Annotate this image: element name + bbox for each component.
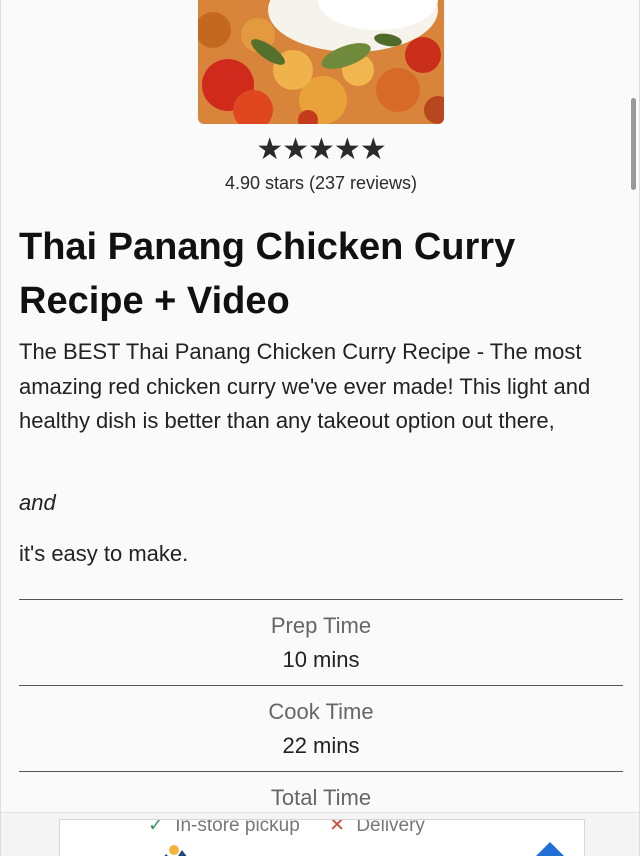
cook-time-label: Cook Time xyxy=(268,699,374,724)
recipe-description-em: and xyxy=(19,490,56,515)
recipe-title: Thai Panang Chicken Curry Recipe + Video xyxy=(19,226,516,322)
prep-time-value: 10 mins xyxy=(282,647,360,672)
store-logo-icon xyxy=(152,840,198,856)
recipe-page: ★★★★★ 4.90 stars (237 reviews) Thai Pana… xyxy=(0,0,640,856)
recipe-description: The BEST Thai Panang Chicken Curry Recip… xyxy=(19,339,591,433)
recipe-hero-image[interactable] xyxy=(198,0,444,124)
cook-time-value: 22 mins xyxy=(282,733,360,758)
ad-card[interactable]: ✓ In-store pickup ✕ Delivery xyxy=(59,819,585,856)
rating-summary: 4.90 stars (237 reviews) xyxy=(224,173,418,193)
curry-photo xyxy=(198,0,444,124)
star-rating[interactable]: ★★★★★ xyxy=(1,133,639,166)
prep-time-label: Prep Time xyxy=(270,613,372,638)
navigation-arrow-icon xyxy=(530,840,570,856)
prep-time-row: Prep Time 10 mins xyxy=(19,599,623,685)
ad-options: ✓ In-store pickup ✕ Delivery xyxy=(148,819,425,837)
ad-banner[interactable]: ✓ In-store pickup ✕ Delivery xyxy=(1,812,639,856)
total-time-label: Total Time xyxy=(270,785,372,810)
scrollbar-thumb[interactable] xyxy=(631,98,636,190)
star-icons: ★★★★★ xyxy=(256,133,386,166)
cook-time-row: Cook Time 22 mins xyxy=(19,685,623,771)
recipe-description-end: it's easy to make. xyxy=(19,541,189,566)
x-icon: ✕ xyxy=(329,819,346,836)
ad-option-pickup: In-store pickup xyxy=(175,819,300,836)
check-icon: ✓ xyxy=(148,819,164,836)
ad-option-delivery: Delivery xyxy=(356,819,425,836)
